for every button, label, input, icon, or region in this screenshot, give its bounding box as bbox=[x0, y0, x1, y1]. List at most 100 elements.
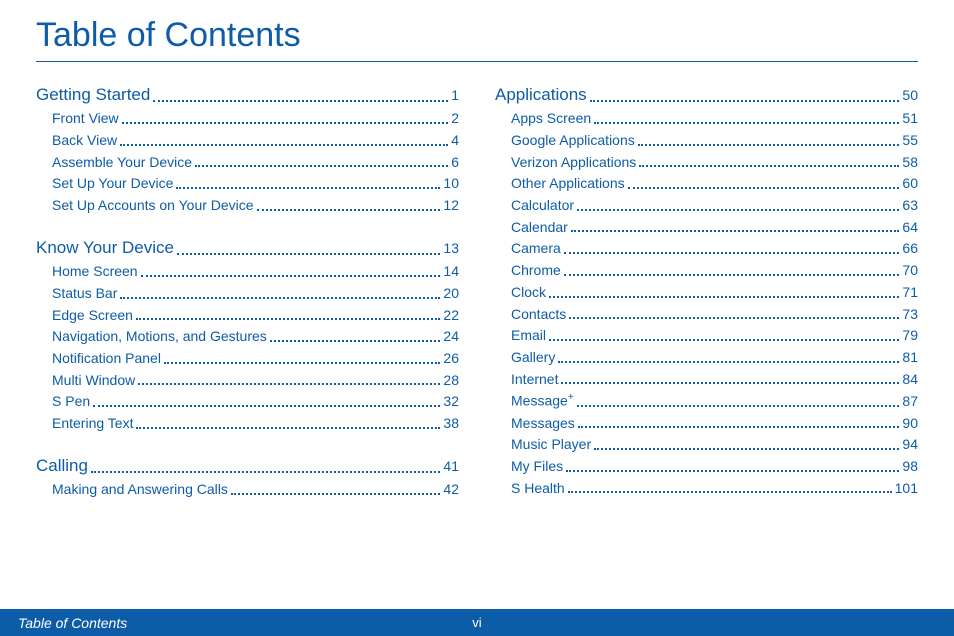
toc-item[interactable]: Status Bar20 bbox=[36, 283, 459, 305]
toc-item-page: 71 bbox=[902, 282, 918, 304]
toc-item-label: Entering Text bbox=[52, 413, 133, 435]
toc-item[interactable]: Calculator63 bbox=[495, 195, 918, 217]
toc-section: Applications50Apps Screen51Google Applic… bbox=[495, 82, 918, 499]
toc-item[interactable]: Contacts73 bbox=[495, 304, 918, 326]
toc-item[interactable]: Navigation, Motions, and Gestures 24 bbox=[36, 326, 459, 348]
footer-page-number: vi bbox=[472, 615, 481, 630]
toc-item-page: 79 bbox=[902, 325, 918, 347]
toc-item[interactable]: Messages90 bbox=[495, 413, 918, 435]
toc-section-page: 41 bbox=[443, 456, 459, 478]
toc-leader bbox=[195, 165, 448, 167]
toc-item-label: Edge Screen bbox=[52, 305, 133, 327]
toc-item-page: 58 bbox=[902, 152, 918, 174]
toc-item-page: 42 bbox=[443, 479, 459, 501]
toc-item-page: 66 bbox=[902, 238, 918, 260]
toc-item-label: Status Bar bbox=[52, 283, 117, 305]
toc-item[interactable]: Chrome70 bbox=[495, 260, 918, 282]
toc-leader bbox=[564, 274, 900, 276]
toc-leader bbox=[231, 493, 441, 495]
toc-leader bbox=[120, 144, 448, 146]
toc-item[interactable]: Apps Screen 51 bbox=[495, 108, 918, 130]
toc-item[interactable]: Entering Text38 bbox=[36, 413, 459, 435]
toc-item[interactable]: Edge Screen 22 bbox=[36, 305, 459, 327]
toc-section-head[interactable]: Calling 41 bbox=[36, 453, 459, 479]
toc-section-head[interactable]: Applications50 bbox=[495, 82, 918, 108]
toc-item-page: 101 bbox=[895, 478, 918, 500]
toc-leader bbox=[594, 448, 899, 450]
toc-item[interactable]: Calendar64 bbox=[495, 217, 918, 239]
toc-item[interactable]: Back View4 bbox=[36, 130, 459, 152]
toc-item-page: 4 bbox=[451, 130, 459, 152]
toc-item[interactable]: Making and Answering Calls 42 bbox=[36, 479, 459, 501]
toc-item-label: Front View bbox=[52, 108, 119, 130]
toc-item[interactable]: Notification Panel26 bbox=[36, 348, 459, 370]
toc-section: Getting Started1Front View 2Back View4Ass… bbox=[36, 82, 459, 217]
toc-section: Calling 41 Making and Answering Calls 42 bbox=[36, 453, 459, 501]
toc-item[interactable]: Multi Window28 bbox=[36, 370, 459, 392]
toc-leader bbox=[138, 383, 440, 385]
toc-section-page: 13 bbox=[443, 238, 459, 260]
toc-item[interactable]: Other Applications60 bbox=[495, 173, 918, 195]
toc-item[interactable]: Email 79 bbox=[495, 325, 918, 347]
toc-item-label: Chrome bbox=[511, 260, 561, 282]
toc-item-page: 51 bbox=[902, 108, 918, 130]
toc-item[interactable]: Music Player94 bbox=[495, 434, 918, 456]
toc-item[interactable]: My Files98 bbox=[495, 456, 918, 478]
page-body: Table of Contents Getting Started1Front … bbox=[0, 0, 954, 519]
toc-item-page: 90 bbox=[902, 413, 918, 435]
toc-item-page: 60 bbox=[902, 173, 918, 195]
toc-item-label: Verizon Applications bbox=[511, 152, 636, 174]
toc-leader bbox=[136, 427, 440, 429]
toc-item-page: 24 bbox=[443, 326, 459, 348]
toc-item[interactable]: Verizon Applications 58 bbox=[495, 152, 918, 174]
toc-leader bbox=[564, 252, 900, 254]
toc-leader bbox=[270, 340, 441, 342]
page-footer: Table of Contents vi bbox=[0, 609, 954, 636]
toc-item[interactable]: Clock 71 bbox=[495, 282, 918, 304]
toc-item-label: Making and Answering Calls bbox=[52, 479, 228, 501]
toc-item[interactable]: Front View 2 bbox=[36, 108, 459, 130]
toc-item[interactable]: Message+87 bbox=[495, 390, 918, 412]
toc-item-label: Email bbox=[511, 325, 546, 347]
toc-item[interactable]: Internet84 bbox=[495, 369, 918, 391]
toc-item-page: 84 bbox=[902, 369, 918, 391]
toc-item-label: Apps Screen bbox=[511, 108, 591, 130]
toc-item-label: Set Up Your Device bbox=[52, 173, 173, 195]
toc-section-label: Getting Started bbox=[36, 82, 150, 108]
toc-leader bbox=[93, 405, 440, 407]
toc-item[interactable]: Gallery81 bbox=[495, 347, 918, 369]
toc-leader bbox=[577, 209, 899, 211]
toc-item-page: 2 bbox=[451, 108, 459, 130]
toc-leader bbox=[571, 230, 900, 232]
toc-item-page: 6 bbox=[451, 152, 459, 174]
toc-item-page: 22 bbox=[443, 305, 459, 327]
toc-item[interactable]: S Health 101 bbox=[495, 478, 918, 500]
toc-item-label: Google Applications bbox=[511, 130, 635, 152]
toc-item-page: 14 bbox=[443, 261, 459, 283]
toc-item[interactable]: Assemble Your Device6 bbox=[36, 152, 459, 174]
toc-leader bbox=[569, 317, 899, 319]
toc-section-label: Calling bbox=[36, 453, 88, 479]
toc-item-page: 98 bbox=[902, 456, 918, 478]
toc-item[interactable]: Set Up Accounts on Your Device12 bbox=[36, 195, 459, 217]
toc-item-label: S Health bbox=[511, 478, 565, 500]
toc-leader bbox=[577, 405, 900, 407]
toc-item[interactable]: Home Screen14 bbox=[36, 261, 459, 283]
toc-item-label: Set Up Accounts on Your Device bbox=[52, 195, 254, 217]
toc-item-label: Music Player bbox=[511, 434, 591, 456]
toc-item[interactable]: Set Up Your Device10 bbox=[36, 173, 459, 195]
toc-leader bbox=[594, 122, 899, 124]
toc-item[interactable]: Camera66 bbox=[495, 238, 918, 260]
toc-item[interactable]: S Pen32 bbox=[36, 391, 459, 413]
toc-item-page: 73 bbox=[902, 304, 918, 326]
toc-item[interactable]: Google Applications 55 bbox=[495, 130, 918, 152]
toc-leader bbox=[578, 426, 900, 428]
toc-item-page: 26 bbox=[443, 348, 459, 370]
toc-item-label: Clock bbox=[511, 282, 546, 304]
toc-leader bbox=[549, 296, 899, 298]
toc-item-label: Navigation, Motions, and Gestures bbox=[52, 326, 267, 348]
toc-section-head[interactable]: Getting Started1 bbox=[36, 82, 459, 108]
toc-item-page: 55 bbox=[902, 130, 918, 152]
toc-item-label: Multi Window bbox=[52, 370, 135, 392]
toc-section-head[interactable]: Know Your Device13 bbox=[36, 235, 459, 261]
